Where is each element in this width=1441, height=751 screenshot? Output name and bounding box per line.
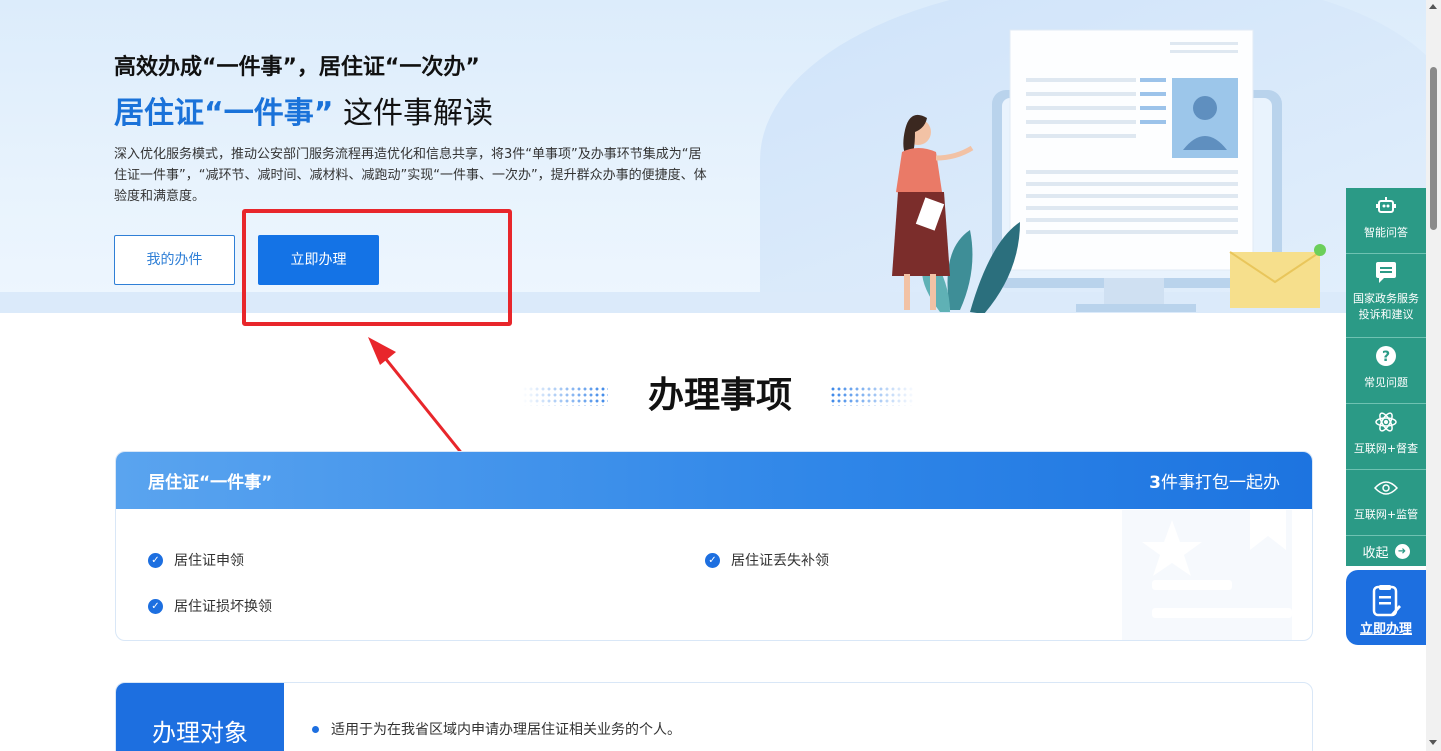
toolbar-collapse-label: 收起 [1362,545,1389,561]
list-item-label: 居住证损坏换领 [174,599,272,615]
list-item-label: 居住证丢失补领 [731,553,829,569]
hero-description: 深入优化服务模式，推动公安部门服务流程再造优化和信息共享，将3件“单事项”及办事… [114,147,707,204]
bullet-icon [312,725,319,733]
check-icon: ✓ [148,598,163,614]
document-edit-icon [1346,570,1426,618]
list-item[interactable]: ✓ 居住证丢失补领 [705,550,829,570]
toolbar-apply-label: 立即办理 [1359,622,1412,637]
toolbar-label: 常见问题 [1364,376,1408,389]
target-card-text: 适用于为在我省区域内申请办理居住证相关业务的个人。 [312,719,681,739]
scroll-down-icon[interactable] [1429,740,1437,745]
list-item-label: 居住证申领 [174,553,244,569]
toolbar-label: 投诉和建议 [1358,308,1414,321]
section-title: 办理事项 [510,368,930,424]
hero-subtitle: 高效办成“一件事”，居住证“一次办” [114,55,480,80]
hero-title-highlight: 居住证“一件事” [114,96,334,131]
annotation-highlight-box [242,209,512,326]
toolbar-label: 智能问答 [1364,226,1408,239]
list-item[interactable]: ✓ 居住证损坏换领 [148,596,272,616]
page: 高效办成“一件事”，居住证“一次办” 居住证“一件事” 这件事解读 深入优化服务… [0,0,1441,751]
hero-illustration [892,29,1326,313]
scrollbar-thumb[interactable] [1430,67,1437,230]
hero-title-rest: 这件事解读 [333,96,493,131]
eye-icon [1346,470,1426,506]
target-description: 适用于为在我省区域内申请办理居住证相关业务的个人。 [331,722,681,738]
toolbar-item-complaint[interactable]: 国家政务服务 投诉和建议 [1346,254,1426,338]
toolbar-item-monitor[interactable]: 互联网+监管 [1346,470,1426,536]
robot-icon [1346,188,1426,224]
items-card-title: 居住证“一件事” [148,473,273,493]
floating-toolbar: 智能问答 国家政务服务 投诉和建议 ? 常见问题 互联网+督查 互联网+监管 收… [1346,188,1426,645]
toolbar-label: 互联网+监管 [1353,508,1419,521]
atom-icon [1346,404,1426,440]
items-count-number: 3 [1149,473,1161,493]
message-icon [1346,254,1426,290]
toolbar-item-supervise[interactable]: 互联网+督查 [1346,404,1426,470]
items-count-text: 件事打包一起办 [1161,473,1280,493]
question-icon: ? [1346,338,1426,374]
toolbar-item-ai-qa[interactable]: 智能问答 [1346,188,1426,254]
hero-title: 居住证“一件事” 这件事解读 [114,92,734,136]
items-card: 居住证“一件事” 3件事打包一起办 ✓ 居住证申领 ✓ 居住证丢失补领 ✓ 居住证损坏… [115,451,1313,641]
list-item[interactable]: ✓ 居住证申领 [148,550,244,570]
my-applications-button[interactable]: 我的办件 [114,235,235,285]
toolbar-collapse-button[interactable]: 收起 ➜ [1346,536,1426,566]
dots-decoration-right [830,386,916,406]
svg-text:?: ? [1382,349,1390,365]
vertical-scrollbar[interactable] [1426,0,1441,751]
items-card-header: 居住证“一件事” 3件事打包一起办 [116,452,1312,509]
check-icon: ✓ [148,552,163,568]
toolbar-label: 国家政务服务 [1353,292,1419,305]
target-card-label: 办理对象 [116,683,284,751]
items-card-count: 3件事打包一起办 [1149,468,1280,493]
toolbar-label: 互联网+督查 [1353,442,1419,455]
arrow-right-icon: ➜ [1394,543,1410,559]
check-icon: ✓ [705,552,720,568]
target-card: 办理对象 适用于为在我省区域内申请办理居住证相关业务的个人。 [115,682,1313,751]
scroll-up-icon[interactable] [1429,4,1437,9]
bookmark-decoration-icon [1122,510,1292,640]
toolbar-item-faq[interactable]: ? 常见问题 [1346,338,1426,404]
hero-text-block: 高效办成“一件事”，居住证“一次办” 居住证“一件事” 这件事解读 深入优化服务… [114,52,734,207]
toolbar-apply-now-button[interactable]: 立即办理 [1346,570,1426,645]
